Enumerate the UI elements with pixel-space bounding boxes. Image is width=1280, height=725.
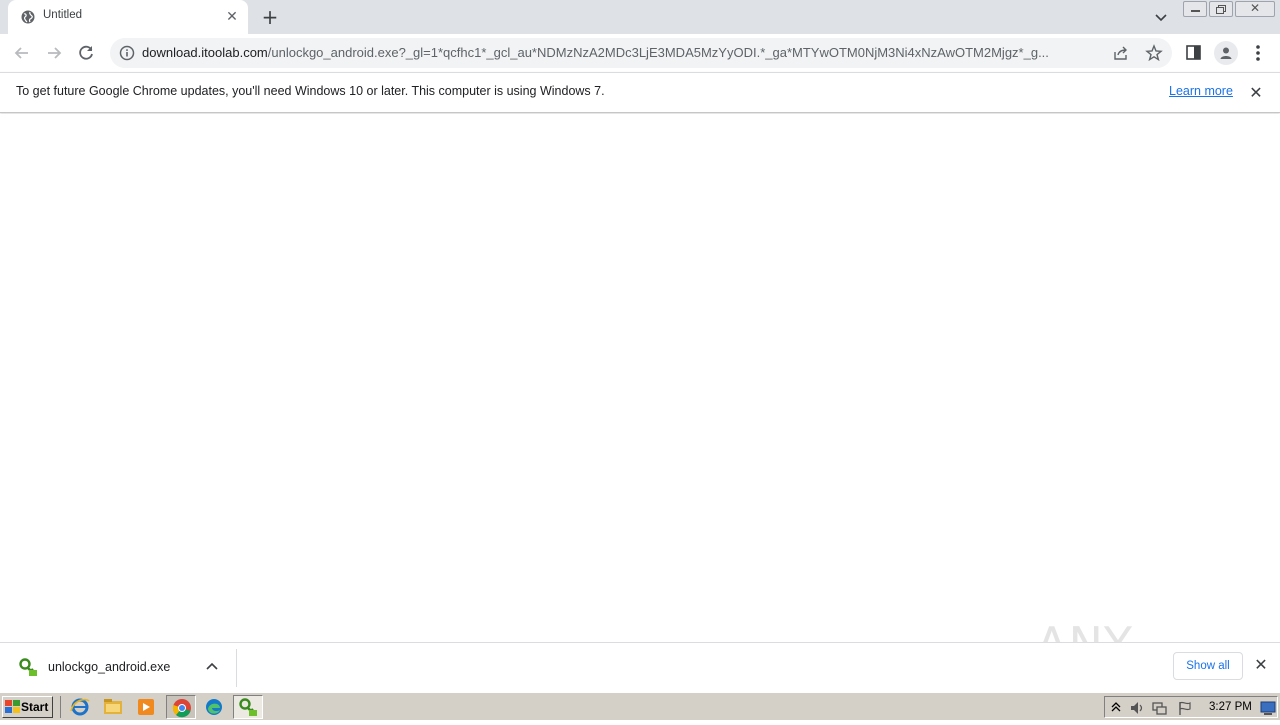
network-icon[interactable] [1151,700,1167,716]
forward-arrow-icon[interactable] [43,42,65,64]
url-text: download.itoolab.com/unlockgo_android.ex… [142,45,1107,60]
download-item[interactable]: unlockgo_android.exe [8,649,236,687]
tab-untitled[interactable]: Untitled ✕ [8,0,248,34]
windows-logo-icon [5,700,20,713]
new-tab-button[interactable]: + [260,7,280,27]
menu-kebab-icon[interactable] [1249,43,1267,63]
download-shelf: unlockgo_android.exe Show all ✕ [0,642,1280,692]
infobar-close-icon[interactable]: ✕ [1247,84,1265,102]
restore-button[interactable] [1209,1,1233,17]
tab-close-icon[interactable]: ✕ [224,9,240,25]
taskbar-clock[interactable]: 3:27 PM [1209,701,1252,713]
media-player-icon[interactable] [134,696,158,718]
unlockgo-file-icon [19,658,37,676]
share-icon[interactable] [1113,45,1129,61]
download-divider [236,649,237,687]
chrome-taskbar-item[interactable] [166,695,196,719]
globe-icon [21,10,35,24]
file-explorer-icon[interactable] [101,696,125,718]
tab-search-chevron-icon[interactable] [1152,8,1170,26]
taskbar-divider [60,696,61,718]
system-tray: 3:27 PM [1104,696,1278,718]
back-arrow-icon[interactable] [11,42,33,64]
edge-icon[interactable] [202,696,226,718]
shelf-close-icon[interactable]: ✕ [1252,656,1270,674]
update-infobar: To get future Google Chrome updates, you… [0,72,1280,113]
reload-icon[interactable] [75,42,97,64]
minimize-button[interactable] [1183,1,1207,17]
side-panel-icon[interactable] [1185,44,1203,62]
chrome-icon [172,699,191,718]
browser-toolbar: download.itoolab.com/unlockgo_android.ex… [0,34,1280,72]
show-all-button[interactable]: Show all [1173,652,1243,680]
infobar-message: To get future Google Chrome updates, you… [16,84,605,98]
start-button[interactable]: Start [2,696,53,718]
info-icon[interactable] [119,45,135,61]
learn-more-link[interactable]: Learn more [1169,84,1233,98]
download-filename: unlockgo_android.exe [48,660,171,674]
address-bar[interactable]: download.itoolab.com/unlockgo_android.ex… [110,38,1172,68]
bookmark-star-icon[interactable] [1145,44,1163,62]
start-label: Start [21,700,49,714]
action-center-flag-icon[interactable] [1177,700,1193,716]
chevron-up-icon[interactable] [204,659,220,675]
tab-strip: Untitled ✕ + ✕ [0,0,1280,34]
unlockgo-taskbar-item[interactable] [233,695,263,719]
url-host: download.itoolab.com [142,45,268,60]
internet-explorer-icon[interactable] [68,696,92,718]
url-path: /unlockgo_android.exe?_gl=1*qcfhc1*_gcl_… [267,45,1049,60]
tab-title: Untitled [43,9,82,21]
page-content[interactable] [0,114,1280,642]
show-desktop-icon[interactable] [1260,700,1276,716]
close-window-button[interactable]: ✕ [1235,1,1275,17]
tray-expand-icon[interactable] [1109,700,1123,714]
windows-taskbar: Start 3:27 PM [0,692,1280,720]
volume-icon[interactable] [1129,700,1145,716]
unlockgo-icon [239,698,257,716]
profile-avatar-icon[interactable] [1214,41,1238,65]
